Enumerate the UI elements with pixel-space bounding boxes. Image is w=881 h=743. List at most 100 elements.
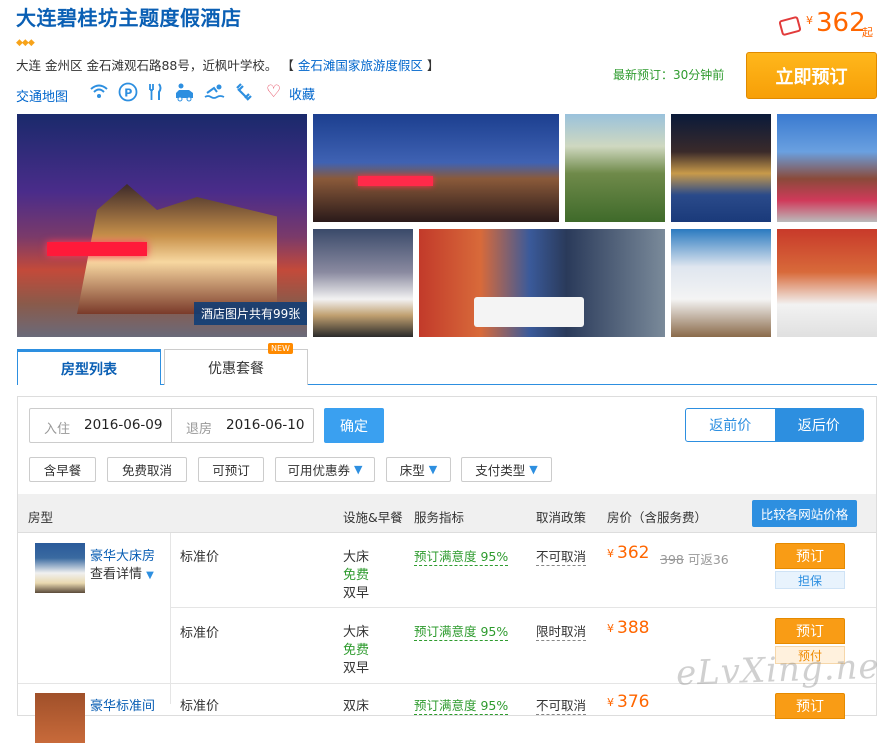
photo-count-label[interactable]: 酒店图片共有99张 (194, 302, 308, 325)
chevron-down-icon: ▼ (529, 463, 538, 476)
hotel-photo-room-brick[interactable] (777, 229, 877, 337)
toggle-before-rebate[interactable]: 返前价 (686, 409, 775, 441)
cashback-icon (778, 15, 802, 37)
address-text: 大连 金州区 金石滩观石路88号，近枫叶学校。 (16, 58, 278, 73)
lowest-price: 362 (816, 8, 866, 38)
hotel-photo-twin-room[interactable] (671, 229, 771, 337)
map-link[interactable]: 交通地图 (16, 86, 68, 105)
checkin-date[interactable]: 2016-06-09 (84, 417, 162, 433)
price-toggle: 返前价 返后价 (685, 408, 864, 442)
filter-breakfast[interactable]: 含早餐 (29, 457, 96, 482)
price-currency: ¥ (607, 547, 614, 560)
room-thumbnail[interactable] (35, 543, 85, 593)
compare-prices-button[interactable]: 比较各网站价格 (752, 500, 857, 527)
row-divider (170, 607, 876, 608)
filter-label: 支付类型 (475, 463, 526, 478)
hotel-photo-facade[interactable] (777, 114, 877, 222)
room-thumbnail[interactable] (35, 693, 85, 743)
tab-deals[interactable]: 优惠套餐 (164, 349, 308, 385)
favorite-link[interactable]: 收藏 (289, 84, 315, 103)
rate-name: 标准价 (180, 626, 220, 641)
price-suffix: 起 (862, 26, 873, 39)
satisfaction-rate[interactable]: 预订满意度 95% (414, 621, 509, 641)
car-rental-icon (174, 82, 196, 104)
hotel-address: 大连 金州区 金石滩观石路88号，近枫叶学校。 【 金石滩国家旅游度假区 】 (16, 55, 439, 74)
filter-label: 床型 (399, 463, 425, 478)
bracket-open: 【 (281, 58, 294, 73)
cancel-policy[interactable]: 不可取消 (536, 546, 587, 566)
hotel-photo-pool[interactable] (671, 114, 771, 222)
bracket-close: 】 (426, 58, 440, 73)
hotel-photo-room-large[interactable] (419, 229, 665, 337)
star-rating: ◆◆◆ (16, 38, 35, 48)
header-service: 服务指标 (414, 510, 465, 525)
header-cancel: 取消政策 (536, 510, 587, 525)
room-details-link[interactable]: 查看详情 ▼ (90, 563, 154, 582)
wifi-status: 免费 (343, 568, 370, 583)
wifi-icon (88, 82, 110, 104)
room-name[interactable]: 豪华大床房 (90, 545, 155, 564)
area-link[interactable]: 金石滩国家旅游度假区 (298, 58, 423, 73)
price-currency: ¥ (607, 622, 614, 635)
parking-icon: P (117, 82, 139, 104)
chevron-down-icon: ▼ (146, 570, 154, 581)
neon-sign (47, 242, 147, 256)
filter-free-cancel[interactable]: 免费取消 (107, 457, 187, 482)
cancel-policy[interactable]: 限时取消 (536, 621, 587, 641)
satisfaction-rate[interactable]: 预订满意度 95% (414, 546, 509, 566)
header-room-type: 房型 (28, 510, 54, 525)
checkin-label: 入住 (44, 422, 71, 437)
room-price: 388 (617, 618, 650, 638)
book-button[interactable]: 预订 (775, 543, 845, 569)
restaurant-icon (145, 82, 167, 104)
filter-bookable[interactable]: 可预订 (198, 457, 264, 482)
tab-room-list[interactable]: 房型列表 (17, 349, 161, 385)
filter-label: 可预订 (212, 463, 250, 478)
hotel-photo-room[interactable] (313, 229, 413, 337)
header-facilities: 设施&早餐 (343, 510, 403, 525)
hotel-title: 大连碧桂坊主题度假酒店 (16, 6, 242, 30)
cancel-policy[interactable]: 不可取消 (536, 695, 587, 715)
bed-type: 大床 (343, 625, 370, 640)
original-price-info: 398 可返36 (660, 549, 729, 568)
checkout-date[interactable]: 2016-06-10 (226, 417, 304, 433)
book-button[interactable]: 预订 (775, 693, 845, 719)
book-button[interactable]: 预订 (775, 618, 845, 644)
satisfaction-rate[interactable]: 预订满意度 95% (414, 695, 509, 715)
filter-label: 可用优惠券 (287, 463, 351, 478)
price-currency: ¥ (806, 14, 813, 27)
svg-text:P: P (124, 87, 132, 100)
bed-shape (474, 297, 584, 327)
price-currency: ¥ (607, 696, 614, 709)
rate-name: 标准价 (180, 550, 220, 565)
gym-icon (233, 82, 255, 104)
hotel-photo-exterior[interactable] (313, 114, 559, 222)
original-price: 398 (660, 552, 684, 567)
toggle-after-rebate[interactable]: 返后价 (774, 409, 863, 441)
filter-label: 免费取消 (121, 463, 172, 478)
filter-coupon[interactable]: 可用优惠券 ▼ (275, 457, 375, 482)
checkout-label: 退房 (186, 422, 213, 437)
neon-sign (358, 176, 433, 186)
details-text: 查看详情 (90, 567, 143, 582)
watermark: eLvXing.net (675, 646, 881, 694)
swimming-icon (204, 82, 226, 104)
wifi-status: 免费 (343, 643, 370, 658)
bed-type: 大床 (343, 550, 370, 565)
filter-payment-type[interactable]: 支付类型 ▼ (461, 457, 552, 482)
book-now-button[interactable]: 立即预订 (746, 52, 877, 99)
room-name[interactable]: 豪华标准间 (90, 695, 155, 714)
hotel-photo-garden[interactable] (565, 114, 665, 222)
rate-name: 标准价 (180, 699, 220, 714)
breakfast: 双早 (343, 661, 370, 676)
heart-icon[interactable]: ♡ (266, 82, 281, 102)
filter-bed-type[interactable]: 床型 ▼ (386, 457, 451, 482)
chevron-down-icon: ▼ (428, 463, 438, 476)
room-price: 376 (617, 692, 650, 712)
payment-type-tag: 担保 (775, 571, 845, 589)
chevron-down-icon: ▼ (354, 463, 363, 476)
new-badge: NEW (268, 343, 293, 354)
confirm-button[interactable]: 确定 (324, 408, 384, 443)
date-divider (171, 408, 172, 443)
bed-type: 双床 (343, 699, 370, 714)
